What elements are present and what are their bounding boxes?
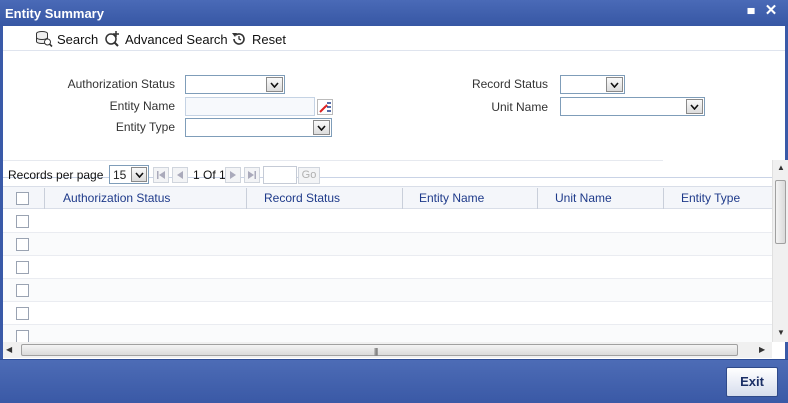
list-of-values-icon[interactable] (317, 99, 333, 115)
column-divider (663, 188, 664, 209)
vertical-scrollbar[interactable]: ▲ ▼ (772, 160, 788, 342)
exit-button[interactable]: Exit (726, 367, 778, 397)
grip-icon: ||| (374, 347, 378, 356)
column-header-record-status[interactable]: Record Status (264, 191, 340, 205)
search-label: Search (57, 31, 99, 47)
row-checkbox[interactable] (16, 261, 29, 274)
database-search-icon (35, 30, 53, 48)
pagination-bar: Records per page 15 1 Of 1 Go (0, 162, 772, 186)
close-icon[interactable]: ✕ (763, 2, 779, 20)
column-header-authorization-status[interactable]: Authorization Status (63, 191, 170, 205)
table-row[interactable] (3, 279, 772, 302)
records-per-page-label: Records per page (8, 168, 104, 182)
scroll-up-icon[interactable]: ▲ (777, 163, 785, 172)
chevron-down-icon (313, 120, 330, 135)
vertical-scroll-thumb[interactable] (775, 180, 786, 244)
row-checkbox[interactable] (16, 215, 29, 228)
column-header-unit-name[interactable]: Unit Name (555, 191, 612, 205)
horizontal-scroll-thumb[interactable]: ||| (21, 344, 738, 356)
chevron-down-icon (266, 77, 283, 92)
record-status-label: Record Status (471, 77, 548, 91)
select-all-checkbox[interactable] (16, 192, 29, 205)
chevron-down-icon (131, 167, 147, 182)
search-criteria-panel: Authorization Status Entity Name Entity … (3, 51, 785, 177)
records-per-page-select[interactable]: 15 (109, 165, 149, 184)
authorization-status-label: Authorization Status (67, 77, 175, 91)
table-row[interactable] (3, 210, 772, 233)
entity-type-select[interactable] (185, 118, 332, 137)
table-row[interactable] (3, 233, 772, 256)
advanced-search-label: Advanced Search (125, 31, 228, 47)
table-row[interactable] (3, 325, 772, 342)
window-title: Entity Summary (5, 6, 104, 21)
scroll-down-icon[interactable]: ▼ (777, 328, 785, 337)
unit-name-select[interactable] (560, 97, 705, 116)
entity-name-label: Entity Name (109, 99, 175, 113)
row-checkbox[interactable] (16, 307, 29, 320)
records-per-page-value: 15 (113, 168, 127, 182)
table-row[interactable] (3, 256, 772, 279)
advanced-search-icon (103, 30, 121, 48)
search-button[interactable]: Search (35, 30, 98, 48)
row-checkbox[interactable] (16, 238, 29, 251)
go-button[interactable]: Go (298, 167, 320, 184)
scroll-left-icon[interactable]: ◀ (6, 345, 12, 354)
table-row[interactable] (3, 302, 772, 325)
column-divider (44, 188, 45, 209)
row-checkbox[interactable] (16, 330, 29, 342)
entity-type-label: Entity Type (115, 120, 175, 134)
page-number-input[interactable] (263, 166, 297, 184)
reset-button[interactable]: Reset (230, 30, 286, 48)
footer-bar: Exit (0, 359, 788, 403)
advanced-search-button[interactable]: Advanced Search (103, 30, 228, 48)
chevron-down-icon (606, 77, 623, 92)
grid-header: Authorization Status Record Status Entit… (3, 186, 772, 209)
horizontal-scrollbar[interactable]: ◀ ||| ▶ (3, 342, 772, 358)
window-titlebar: Entity Summary ▄ ✕ (0, 0, 788, 26)
reset-label: Reset (252, 31, 286, 47)
previous-page-icon[interactable] (172, 167, 188, 183)
last-page-icon[interactable] (244, 167, 260, 183)
record-status-select[interactable] (560, 75, 625, 94)
column-divider (402, 188, 403, 209)
pager-rule (3, 160, 663, 161)
entity-name-input[interactable] (185, 97, 315, 116)
authorization-status-select[interactable] (185, 75, 285, 94)
row-checkbox[interactable] (16, 284, 29, 297)
minimize-icon[interactable]: ▄ (743, 0, 759, 18)
column-divider (537, 188, 538, 209)
next-page-icon[interactable] (225, 167, 241, 183)
column-header-entity-type[interactable]: Entity Type (681, 191, 740, 205)
chevron-down-icon (686, 99, 703, 114)
reset-icon (230, 30, 248, 48)
unit-name-label: Unit Name (491, 100, 548, 114)
toolbar: Search Advanced Search Reset (3, 26, 785, 50)
scroll-right-icon[interactable]: ▶ (759, 345, 765, 354)
page-info: 1 Of 1 (193, 168, 226, 182)
column-divider (246, 188, 247, 209)
column-header-entity-name[interactable]: Entity Name (419, 191, 484, 205)
results-grid: Authorization Status Record Status Entit… (3, 186, 772, 342)
first-page-icon[interactable] (153, 167, 169, 183)
